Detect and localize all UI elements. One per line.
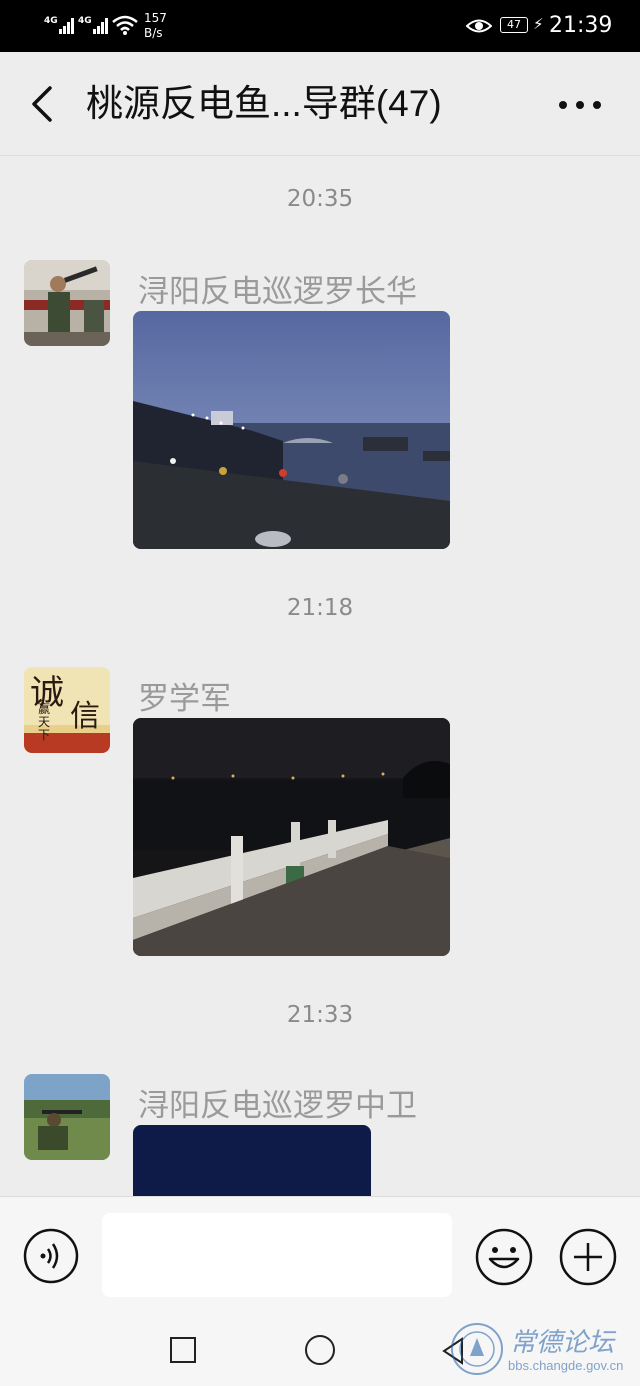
network-type-label: 4G [44, 16, 58, 26]
message-timestamp: 21:33 [286, 1002, 354, 1028]
signal-bars-icon [59, 18, 74, 34]
speed-unit: B/s [144, 26, 163, 40]
battery-level: 47 [507, 18, 521, 31]
status-bar: 4G 4G 157 B/s 47 ⚡ 21:39 [0, 0, 640, 52]
message-timestamp: 21:18 [286, 595, 354, 621]
avatar[interactable] [24, 1074, 110, 1160]
voice-icon[interactable] [22, 1227, 80, 1285]
sender-name: 罗学军 [138, 681, 231, 717]
forum-watermark: 常德论坛 bbs.changde.gov.cn [448, 1320, 634, 1380]
chat-header: 桃源反电鱼...导群(47) [0, 52, 640, 156]
avatar[interactable] [24, 260, 110, 346]
network-speed: 157 B/s [144, 11, 167, 41]
sender-name: 浔阳反电巡逻罗中卫 [138, 1088, 417, 1124]
more-dots-icon[interactable] [554, 90, 606, 120]
battery-icon: 47 [500, 17, 528, 33]
image-message[interactable] [133, 311, 450, 549]
message-timestamp: 20:35 [286, 186, 354, 212]
speed-value: 157 [144, 11, 167, 25]
avatar[interactable]: 诚 信 赢天下 [24, 667, 110, 753]
recent-apps-button[interactable] [170, 1337, 196, 1363]
avatar-text-2: 信 [70, 699, 100, 734]
emoji-icon[interactable] [474, 1227, 534, 1287]
home-button[interactable] [305, 1335, 335, 1365]
plus-icon[interactable] [558, 1227, 618, 1287]
message-input[interactable] [102, 1213, 452, 1297]
avatar-soldier-field-image [24, 1074, 110, 1160]
dark-night-photo [133, 1125, 371, 1196]
watermark-title: 常德论坛 [510, 1328, 615, 1358]
avatar-text-3: 赢天下 [38, 702, 51, 742]
watermark-url: bbs.changde.gov.cn [508, 1358, 624, 1373]
chevron-left-icon[interactable] [24, 82, 64, 126]
status-clock: 21:39 [549, 13, 613, 38]
image-message[interactable] [133, 1125, 371, 1196]
image-message[interactable] [133, 718, 450, 956]
riverside-night-photo [133, 718, 450, 956]
charging-icon: ⚡ [533, 15, 544, 33]
network-type-label-2: 4G [78, 16, 92, 26]
river-dusk-photo [133, 311, 450, 549]
chat-input-bar [0, 1196, 640, 1314]
eye-comfort-icon [466, 19, 492, 33]
wifi-icon [112, 15, 138, 35]
avatar-soldier-image [24, 260, 110, 346]
chat-title: 桃源反电鱼...导群(47) [86, 83, 442, 124]
signal-bars-icon-2 [93, 18, 108, 34]
sender-name: 浔阳反电巡逻罗长华 [138, 274, 417, 310]
forum-logo-icon [451, 1323, 503, 1375]
system-navigation-bar: 常德论坛 bbs.changde.gov.cn [0, 1314, 640, 1386]
